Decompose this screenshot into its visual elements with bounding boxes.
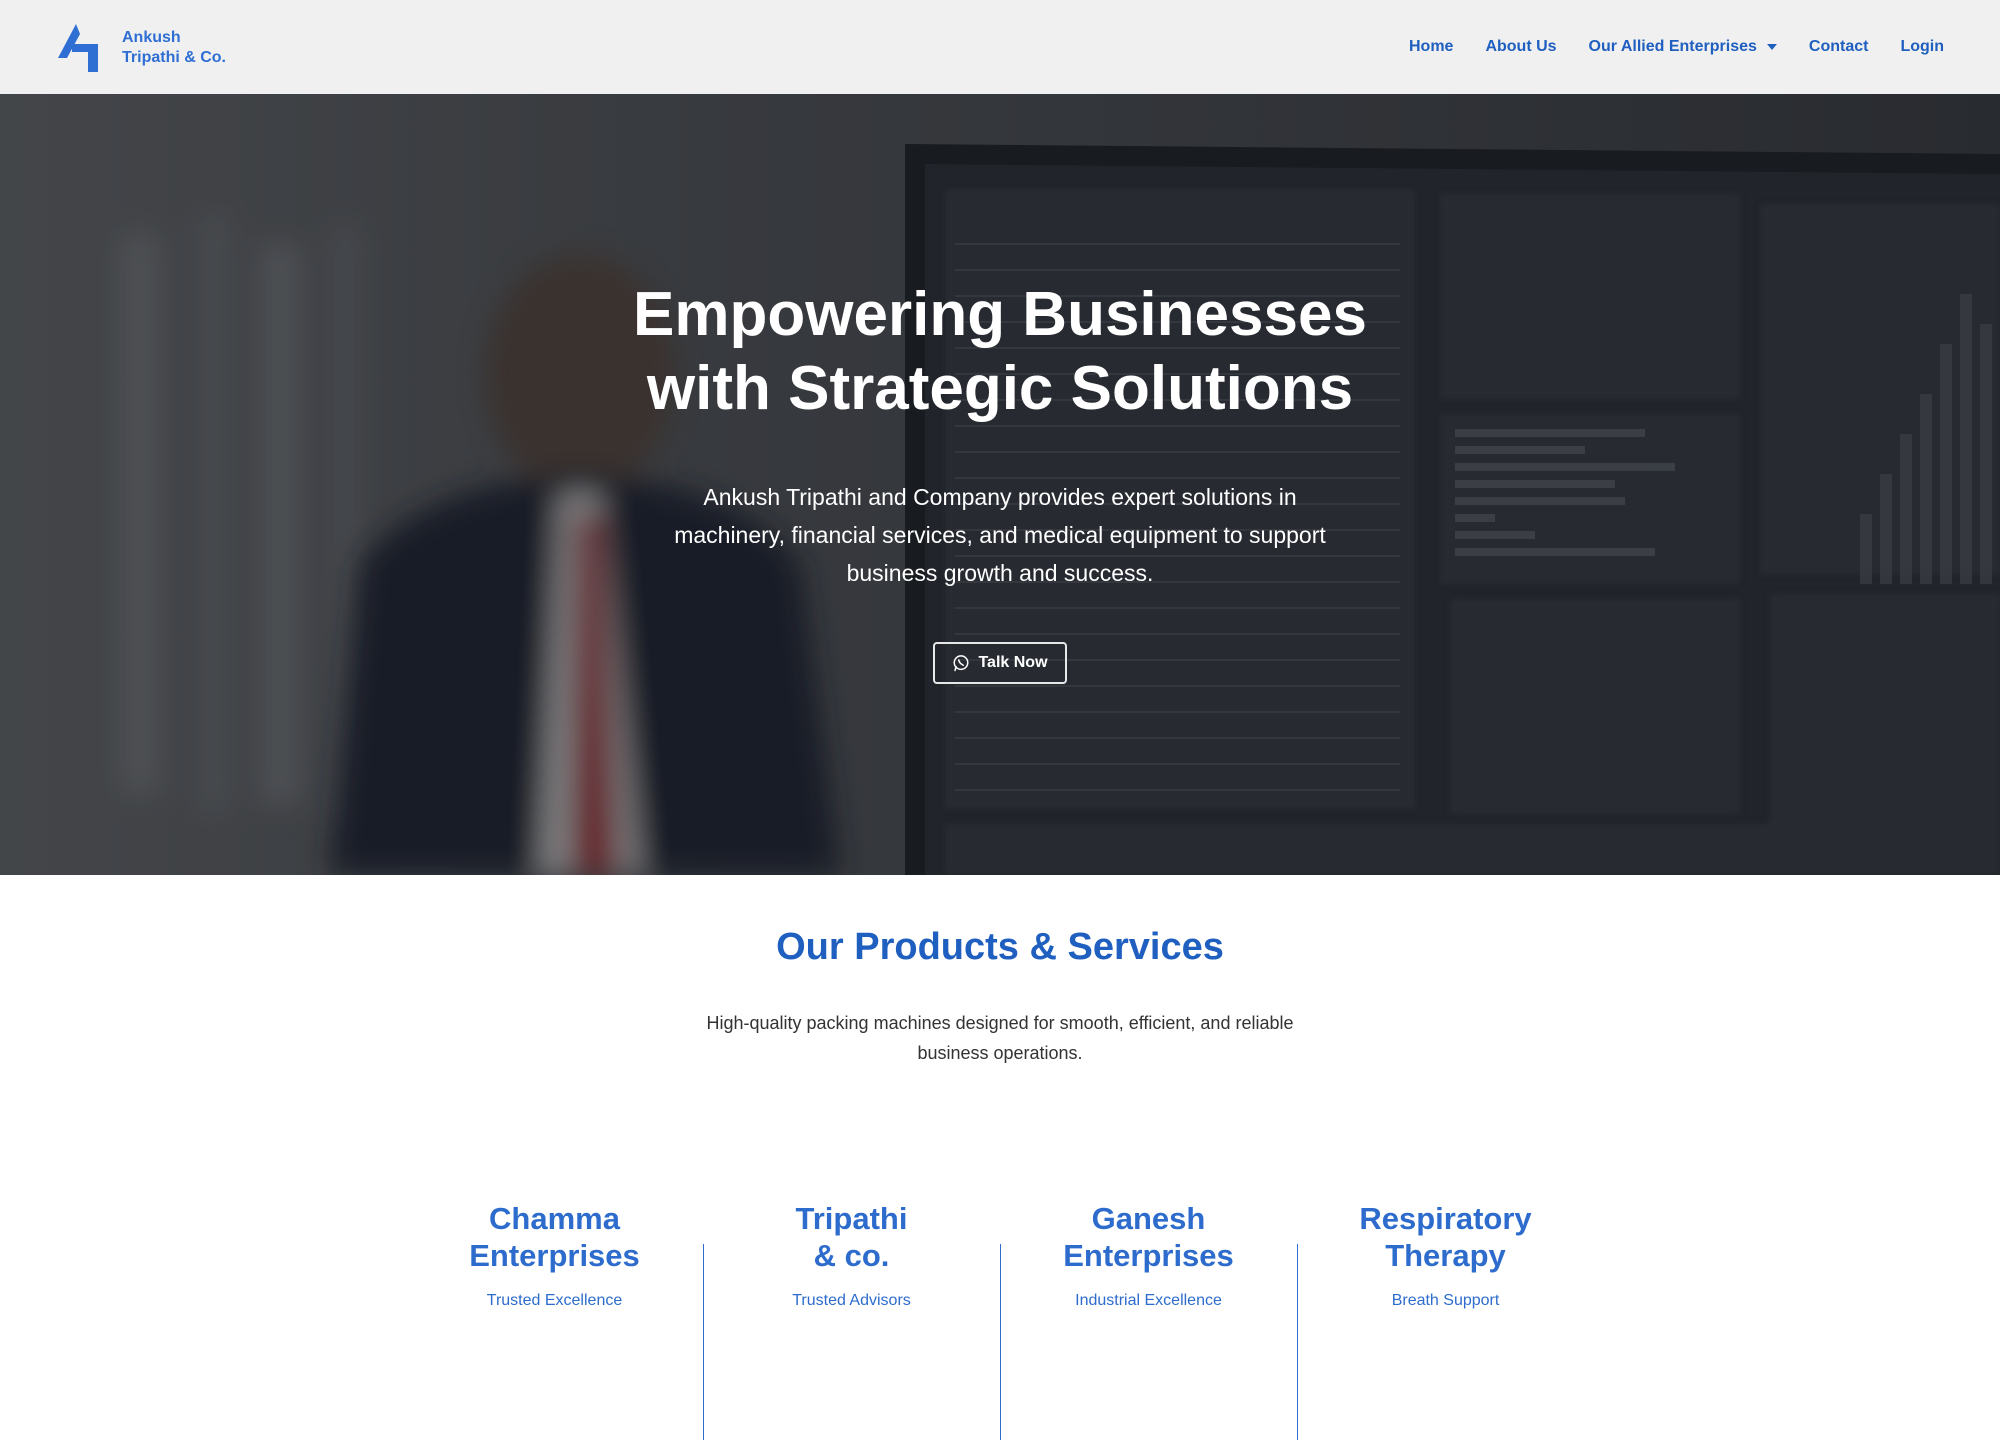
hero-subtitle-line3: business growth and success. — [846, 560, 1154, 586]
talk-now-button[interactable]: Talk Now — [933, 642, 1067, 684]
card-title: Ganesh Enterprises — [1000, 1200, 1297, 1274]
card-title: Tripathi & co. — [703, 1200, 1000, 1274]
nav-home[interactable]: Home — [1409, 38, 1453, 56]
card-tagline: Industrial Excellence — [1075, 1292, 1222, 1309]
hero-subtitle-line1: Ankush Tripathi and Company provides exp… — [703, 484, 1297, 510]
card-tripathi-co[interactable]: Tripathi & co. Trusted Advisors — [703, 1200, 1000, 1440]
brand-logo-icon — [58, 24, 98, 72]
nav-login[interactable]: Login — [1900, 38, 1944, 56]
brand-name-line2: Tripathi & Co. — [122, 49, 226, 66]
chevron-down-icon — [1766, 44, 1777, 50]
nav-allied-enterprises[interactable]: Our Allied Enterprises — [1589, 38, 1777, 56]
card-title-line1: Tripathi — [795, 1201, 908, 1236]
card-tagline: Trusted Advisors — [792, 1292, 911, 1309]
brand-name-line1: Ankush — [122, 29, 181, 46]
card-title-line1: Ganesh — [1091, 1201, 1206, 1236]
hero-title-line2: with Strategic Solutions — [646, 354, 1354, 423]
main-nav: Home About Us Our Allied Enterprises Con… — [1409, 0, 1944, 94]
site-header: Ankush Tripathi & Co. Home About Us Our … — [0, 0, 2000, 94]
card-respiratory-therapy[interactable]: Respiratory Therapy Breath Support — [1297, 1200, 1594, 1440]
card-title-line2: & co. — [813, 1238, 890, 1273]
card-title: Chamma Enterprises — [406, 1200, 703, 1274]
card-chamma-enterprises[interactable]: Chamma Enterprises Trusted Excellence — [406, 1200, 703, 1440]
products-section-subtitle: High-quality packing machines designed f… — [670, 1008, 1330, 1068]
products-subtitle-line2: business operations. — [917, 1043, 1083, 1063]
card-ganesh-enterprises[interactable]: Ganesh Enterprises Industrial Excellence — [1000, 1200, 1297, 1440]
nav-allied-enterprises-label: Our Allied Enterprises — [1588, 38, 1757, 55]
card-title-line1: Chamma — [489, 1201, 620, 1236]
card-tagline: Trusted Excellence — [486, 1292, 623, 1309]
products-section-title: Our Products & Services — [776, 926, 1224, 968]
card-title: Respiratory Therapy — [1297, 1200, 1594, 1274]
nav-about-us[interactable]: About Us — [1485, 38, 1556, 56]
card-title-line1: Respiratory — [1359, 1201, 1532, 1236]
card-title-line2: Enterprises — [1063, 1238, 1234, 1273]
hero-title: Empowering Businesses with Strategic Sol… — [0, 278, 2000, 426]
nav-contact[interactable]: Contact — [1809, 38, 1869, 56]
hero-title-line1: Empowering Businesses — [633, 280, 1367, 349]
card-tagline: Breath Support — [1391, 1292, 1500, 1309]
hero-section: Empowering Businesses with Strategic Sol… — [0, 94, 2000, 875]
hero-subtitle-line2: machinery, financial services, and medic… — [674, 522, 1326, 548]
card-title-line2: Enterprises — [469, 1238, 640, 1273]
whatsapp-icon — [953, 655, 969, 672]
card-title-line2: Therapy — [1385, 1238, 1506, 1273]
hero-subtitle: Ankush Tripathi and Company provides exp… — [640, 478, 1360, 592]
enterprise-cards: Chamma Enterprises Trusted Excellence Tr… — [406, 1200, 1594, 1440]
talk-now-label: Talk Now — [978, 654, 1048, 671]
hero-content: Empowering Businesses with Strategic Sol… — [0, 94, 2000, 875]
products-subtitle-line1: High-quality packing machines designed f… — [706, 1013, 1294, 1033]
brand-name: Ankush Tripathi & Co. — [122, 28, 226, 68]
brand-logo[interactable]: Ankush Tripathi & Co. — [58, 24, 226, 72]
